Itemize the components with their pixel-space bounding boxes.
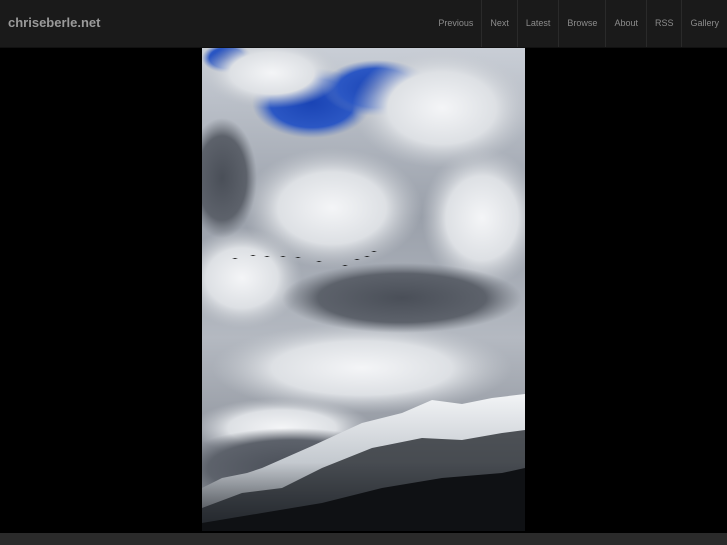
nav-latest[interactable]: Latest [516, 0, 559, 47]
footer-bar [0, 533, 727, 545]
nav-previous[interactable]: Previous [430, 0, 481, 47]
main-nav: Previous Next Latest Browse About RSS Ga… [430, 0, 727, 47]
nav-gallery[interactable]: Gallery [681, 0, 727, 47]
site-title[interactable]: chriseberle.net [8, 15, 101, 30]
main-photo[interactable] [202, 48, 525, 531]
nav-about[interactable]: About [605, 0, 646, 47]
photo-image [202, 48, 525, 531]
nav-rss[interactable]: RSS [645, 0, 682, 47]
site-header: chriseberle.net Previous Next Latest Bro… [0, 0, 727, 48]
photo-area [0, 48, 727, 533]
nav-browse[interactable]: Browse [558, 0, 605, 47]
nav-next[interactable]: Next [481, 0, 517, 47]
